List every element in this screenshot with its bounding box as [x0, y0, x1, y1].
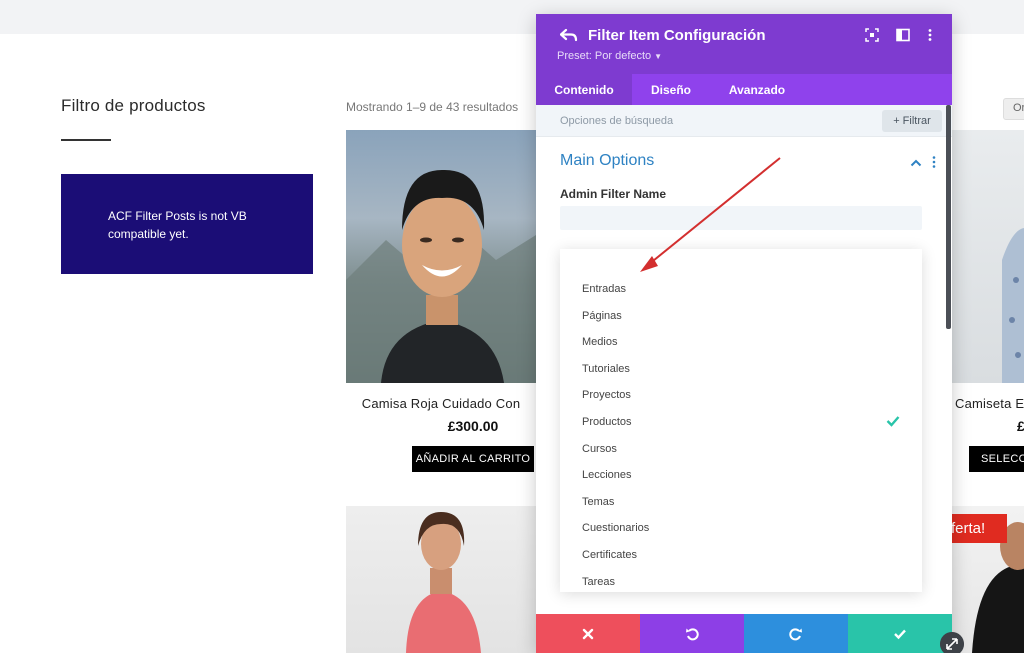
- filter-item-settings-panel: Filter Item Configuración Preset: Por de…: [536, 14, 952, 653]
- caret-down-icon: ▼: [654, 52, 663, 61]
- product-photo-4: [406, 512, 481, 653]
- redo-button[interactable]: [744, 614, 848, 653]
- undo-icon: [686, 627, 699, 640]
- tab-design[interactable]: Diseño: [632, 74, 710, 105]
- focus-icon[interactable]: [865, 28, 879, 42]
- filter-button[interactable]: + Filtrar: [882, 110, 942, 132]
- tab-advanced[interactable]: Avanzado: [710, 74, 804, 105]
- checkmark-icon: [886, 416, 900, 427]
- results-count: Mostrando 1–9 de 43 resultados: [346, 100, 519, 114]
- product-photo-1: [346, 169, 536, 383]
- save-check-icon: [894, 629, 906, 639]
- section-title[interactable]: Main Options: [560, 152, 654, 170]
- option-tutoriales[interactable]: Tutoriales: [560, 356, 922, 382]
- more-icon[interactable]: [923, 28, 937, 42]
- kebab-icon[interactable]: [930, 155, 938, 169]
- option-medios[interactable]: Medios: [560, 329, 922, 355]
- tab-content[interactable]: Contenido: [536, 74, 632, 105]
- option-temas[interactable]: Temas: [560, 489, 922, 515]
- cancel-button[interactable]: [536, 614, 640, 653]
- product-name-1[interactable]: Camisa Roja Cuidado Con: [346, 396, 536, 411]
- product-image-4[interactable]: [346, 506, 536, 653]
- option-certificates[interactable]: Certificates: [560, 542, 922, 568]
- option-entradas[interactable]: Entradas: [560, 276, 922, 302]
- option-lecciones[interactable]: Lecciones: [560, 462, 922, 488]
- product-image-1[interactable]: [346, 130, 536, 383]
- select-options-button[interactable]: SELECCIO: [969, 446, 1024, 472]
- product-price-3: £: [1017, 418, 1024, 434]
- panel-title: Filter Item Configuración: [588, 27, 766, 44]
- sale-badge: ferta!: [945, 514, 1007, 543]
- admin-filter-name-label: Admin Filter Name: [560, 187, 667, 201]
- add-to-cart-button[interactable]: AÑADIR AL CARRITO: [412, 446, 534, 472]
- sort-select[interactable]: Or: [1003, 98, 1024, 120]
- admin-filter-name-input[interactable]: [560, 206, 922, 230]
- split-view-icon[interactable]: [896, 28, 910, 42]
- back-arrow-icon[interactable]: [560, 26, 578, 44]
- option-productos-label: Productos: [582, 416, 632, 428]
- option-cursos[interactable]: Cursos: [560, 436, 922, 462]
- option-productos[interactable]: Productos: [560, 409, 922, 435]
- panel-tabs: Contenido Diseño Avanzado: [536, 74, 952, 105]
- option-paginas[interactable]: Páginas: [560, 303, 922, 329]
- product-photo-3: [1002, 228, 1024, 383]
- chevron-up-icon[interactable]: [910, 158, 922, 168]
- vb-notice-box: ACF Filter Posts is not VB compatible ye…: [61, 174, 313, 274]
- sidebar-title: Filtro de productos: [61, 96, 206, 115]
- sidebar-divider: [61, 139, 111, 141]
- post-type-dropdown: Entradas Páginas Medios Tutoriales Proye…: [560, 249, 922, 592]
- resize-handle-icon[interactable]: [940, 632, 964, 653]
- panel-action-bar: [536, 614, 952, 653]
- preset-label: Preset: Por defecto: [557, 50, 652, 62]
- product-name-3[interactable]: Camiseta E: [955, 396, 1024, 411]
- options-search-input[interactable]: Opciones de búsqueda: [560, 115, 673, 127]
- panel-scrollbar[interactable]: [946, 105, 951, 329]
- product-image-3[interactable]: [952, 130, 1024, 383]
- option-tareas[interactable]: Tareas: [560, 569, 922, 595]
- undo-button[interactable]: [640, 614, 744, 653]
- option-cuestionarios[interactable]: Cuestionarios: [560, 515, 922, 541]
- save-button[interactable]: [848, 614, 952, 653]
- preset-selector[interactable]: Preset: Por defecto ▼: [557, 50, 662, 62]
- options-search-bar: Opciones de búsqueda + Filtrar: [536, 105, 952, 137]
- option-proyectos[interactable]: Proyectos: [560, 382, 922, 408]
- redo-icon: [789, 627, 802, 640]
- panel-header[interactable]: Filter Item Configuración Preset: Por de…: [536, 14, 952, 74]
- close-icon: [582, 628, 594, 639]
